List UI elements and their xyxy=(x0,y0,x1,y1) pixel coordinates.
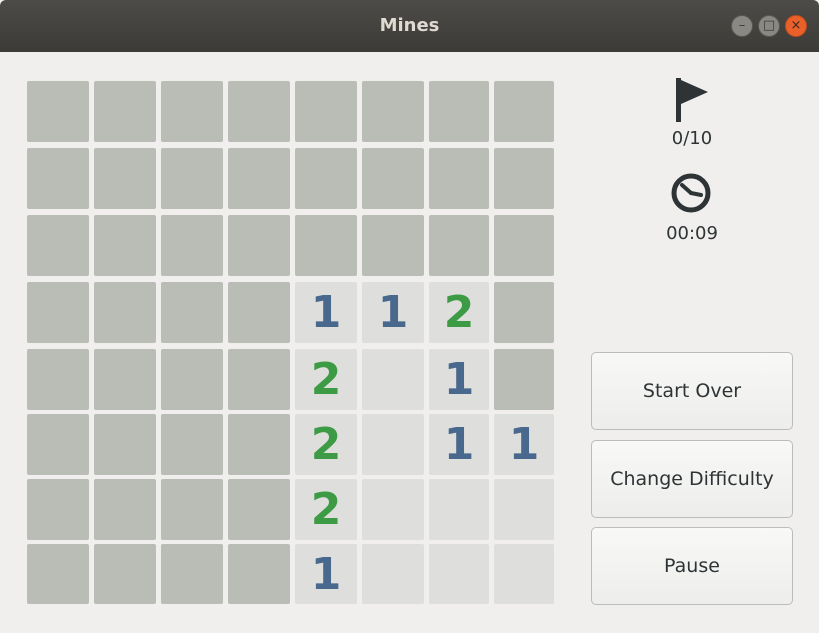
revealed-cell[interactable]: 2 xyxy=(295,349,357,410)
revealed-cell[interactable] xyxy=(362,414,424,475)
title-bar: Mines – □ × xyxy=(0,0,819,52)
covered-cell[interactable] xyxy=(27,349,89,410)
covered-cell[interactable] xyxy=(27,479,89,540)
change-difficulty-button[interactable]: Change Difficulty xyxy=(591,440,793,518)
covered-cell[interactable] xyxy=(27,544,89,604)
elapsed-time: 00:09 xyxy=(666,223,718,244)
covered-cell[interactable] xyxy=(494,349,554,410)
covered-cell[interactable] xyxy=(362,81,424,142)
minimize-icon[interactable]: – xyxy=(731,15,753,37)
revealed-cell[interactable] xyxy=(362,479,424,540)
revealed-cell[interactable]: 2 xyxy=(295,479,357,540)
covered-cell[interactable] xyxy=(228,544,290,604)
covered-cell[interactable] xyxy=(161,81,223,142)
close-icon[interactable]: × xyxy=(785,15,807,37)
covered-cell[interactable] xyxy=(161,148,223,209)
covered-cell[interactable] xyxy=(362,148,424,209)
covered-cell[interactable] xyxy=(94,544,156,604)
covered-cell[interactable] xyxy=(228,215,290,276)
covered-cell[interactable] xyxy=(228,414,290,475)
covered-cell[interactable] xyxy=(161,349,223,410)
pause-button[interactable]: Pause xyxy=(591,527,793,605)
covered-cell[interactable] xyxy=(429,215,489,276)
start-over-button[interactable]: Start Over xyxy=(591,352,793,430)
revealed-cell[interactable]: 1 xyxy=(429,414,489,475)
covered-cell[interactable] xyxy=(94,349,156,410)
covered-cell[interactable] xyxy=(362,215,424,276)
covered-cell[interactable] xyxy=(161,215,223,276)
covered-cell[interactable] xyxy=(429,81,489,142)
revealed-cell[interactable] xyxy=(494,479,554,540)
covered-cell[interactable] xyxy=(494,81,554,142)
revealed-cell[interactable] xyxy=(429,544,489,604)
revealed-cell[interactable]: 1 xyxy=(429,349,489,410)
covered-cell[interactable] xyxy=(94,414,156,475)
revealed-cell[interactable]: 1 xyxy=(494,414,554,475)
covered-cell[interactable] xyxy=(228,148,290,209)
covered-cell[interactable] xyxy=(295,148,357,209)
covered-cell[interactable] xyxy=(94,215,156,276)
covered-cell[interactable] xyxy=(27,148,89,209)
revealed-cell[interactable] xyxy=(429,479,489,540)
covered-cell[interactable] xyxy=(94,148,156,209)
covered-cell[interactable] xyxy=(161,544,223,604)
covered-cell[interactable] xyxy=(94,282,156,343)
covered-cell[interactable] xyxy=(27,81,89,142)
maximize-icon[interactable]: □ xyxy=(758,15,780,37)
covered-cell[interactable] xyxy=(429,148,489,209)
covered-cell[interactable] xyxy=(94,81,156,142)
covered-cell[interactable] xyxy=(494,148,554,209)
window-title: Mines xyxy=(379,15,440,36)
covered-cell[interactable] xyxy=(27,282,89,343)
covered-cell[interactable] xyxy=(228,349,290,410)
revealed-cell[interactable]: 1 xyxy=(295,544,357,604)
covered-cell[interactable] xyxy=(228,282,290,343)
covered-cell[interactable] xyxy=(161,282,223,343)
covered-cell[interactable] xyxy=(27,215,89,276)
revealed-cell[interactable]: 2 xyxy=(429,282,489,343)
covered-cell[interactable] xyxy=(494,282,554,343)
minefield: 1122121121 xyxy=(27,81,554,604)
revealed-cell[interactable]: 2 xyxy=(295,414,357,475)
covered-cell[interactable] xyxy=(94,479,156,540)
revealed-cell[interactable]: 1 xyxy=(362,282,424,343)
revealed-cell[interactable] xyxy=(494,544,554,604)
revealed-cell[interactable]: 1 xyxy=(295,282,357,343)
revealed-cell[interactable] xyxy=(362,544,424,604)
flag-icon xyxy=(676,78,708,122)
covered-cell[interactable] xyxy=(161,414,223,475)
covered-cell[interactable] xyxy=(295,81,357,142)
clock-icon xyxy=(671,173,711,213)
covered-cell[interactable] xyxy=(228,81,290,142)
covered-cell[interactable] xyxy=(295,215,357,276)
mines-window: Mines – □ × 1122121121 0/10 00:09 Start … xyxy=(0,0,819,633)
revealed-cell[interactable] xyxy=(362,349,424,410)
covered-cell[interactable] xyxy=(27,414,89,475)
covered-cell[interactable] xyxy=(228,479,290,540)
covered-cell[interactable] xyxy=(494,215,554,276)
covered-cell[interactable] xyxy=(161,479,223,540)
flag-counter: 0/10 xyxy=(671,128,713,149)
